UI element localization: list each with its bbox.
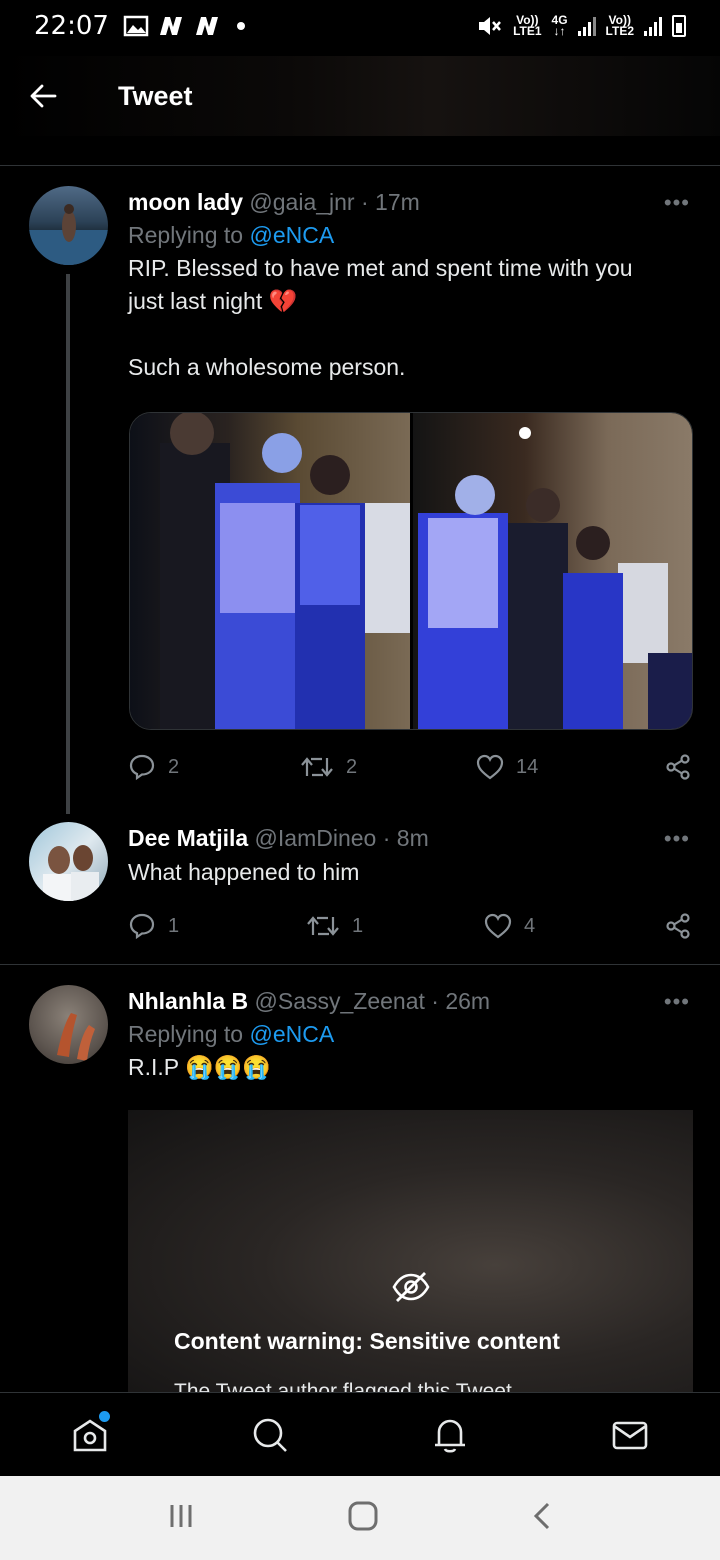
more-options-button[interactable]: ••• [664,989,690,1015]
tweet-meta: Nhlanhla B @Sassy_Zeenat · 26m [128,985,692,1017]
reply-count: 1 [168,914,180,937]
reply-button[interactable]: 1 [128,912,306,940]
nav-notifications[interactable] [420,1405,480,1465]
home-system-button[interactable] [347,1500,379,1537]
recent-apps-button[interactable] [166,1501,196,1536]
retweet-icon [307,916,339,936]
thread-line [66,274,70,814]
tweet-time: · 17m [360,189,420,215]
retweet-icon [301,757,333,777]
divider [0,964,720,965]
author-name[interactable]: Dee Matjila [128,825,248,851]
retweet-button[interactable]: 2 [300,754,476,780]
retweet-count: 2 [346,755,358,778]
nav-messages[interactable] [600,1405,660,1465]
retweet-count: 1 [352,914,364,937]
photo-1[interactable] [130,413,410,729]
photo-2[interactable] [412,413,692,729]
tweet-text-line: R.I.P 😭😭😭 [128,1054,272,1080]
bottom-navigation [0,1392,720,1476]
mention-link[interactable]: @eNCA [249,1021,334,1047]
reply-icon [129,754,155,781]
like-count: 14 [516,755,539,778]
notification-dot [99,1410,110,1422]
nav-search[interactable] [240,1405,300,1465]
home-circle-icon [348,1501,378,1530]
tweet-text: What happened to him [128,856,692,889]
reply-button[interactable]: 2 [128,753,300,781]
mention-link[interactable]: @eNCA [249,222,334,248]
avatar[interactable] [29,186,108,265]
share-button[interactable] [664,912,692,940]
search-icon [253,1418,287,1452]
nav-home[interactable] [60,1405,120,1465]
replying-prefix: Replying to [128,222,250,248]
tweet-text: R.I.P 😭😭😭 [128,1051,692,1084]
tweet-meta: Dee Matjila @IamDineo · 8m [128,822,692,854]
heart-icon [476,754,504,780]
tweet-moon-lady[interactable]: moon lady @gaia_jnr · 17m Replying to @e… [0,0,720,814]
content-warning-subtitle: The Tweet author flagged this Tweet [174,1380,512,1392]
like-count: 4 [524,914,536,937]
tweet-actions: 2 2 14 [128,747,692,787]
tweet-media[interactable] [129,412,693,730]
replying-to: Replying to @eNCA [128,218,692,252]
avatar[interactable] [29,822,108,901]
heart-icon [484,913,512,939]
retweet-button[interactable]: 1 [306,913,484,939]
tweet-actions: 1 1 4 [128,906,692,946]
tweet-text-line: just last night 💔 [128,288,298,314]
reply-icon [129,913,155,940]
like-button[interactable]: 4 [484,913,644,939]
share-button[interactable] [664,753,692,781]
author-handle[interactable]: @Sassy_Zeenat [255,988,425,1014]
sensitive-media[interactable]: Content warning: Sensitive content The T… [128,1110,693,1392]
replying-prefix: Replying to [128,1021,250,1047]
share-icon [666,754,690,780]
tweet-time: · 8m [382,825,429,851]
more-options-button[interactable]: ••• [664,826,690,852]
like-button[interactable]: 14 [476,754,650,780]
recents-icon [170,1504,192,1527]
system-navigation-bar [0,1476,720,1560]
tweet-time: · 26m [431,988,491,1014]
eye-slash-icon [392,1272,430,1302]
bell-icon [435,1419,465,1453]
tweet-text: RIP. Blessed to have met and spent time … [128,252,692,384]
more-options-button[interactable]: ••• [664,190,690,216]
share-icon [666,913,690,939]
chevron-left-icon [534,1502,550,1529]
tweet-text-line: Such a wholesome person. [128,354,406,380]
avatar[interactable] [29,985,108,1064]
tweet-meta: moon lady @gaia_jnr · 17m [128,186,692,218]
tweet-text-line: What happened to him [128,859,360,885]
back-system-button[interactable] [530,1500,554,1537]
content-warning-title: Content warning: Sensitive content [174,1328,560,1354]
reply-count: 2 [168,755,180,778]
author-name[interactable]: Nhlanhla B [128,988,248,1014]
replying-to: Replying to @eNCA [128,1017,692,1051]
author-handle[interactable]: @IamDineo [255,825,377,851]
mail-icon [612,1421,648,1449]
author-handle[interactable]: @gaia_jnr [249,189,354,215]
author-name[interactable]: moon lady [128,189,243,215]
tweet-text-line: RIP. Blessed to have met and spent time … [128,255,633,281]
